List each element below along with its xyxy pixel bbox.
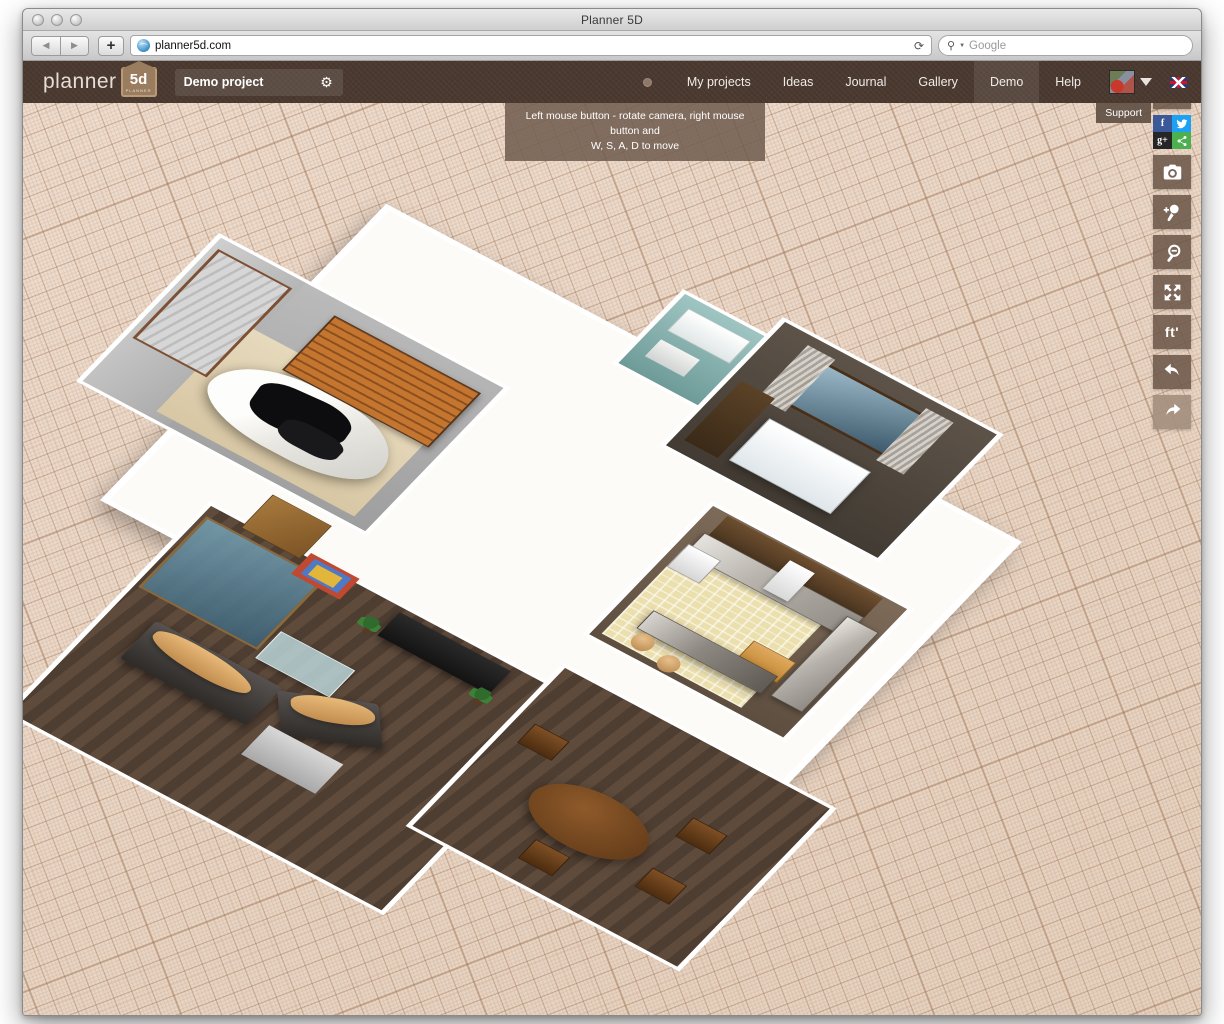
- googleplus-icon[interactable]: g+: [1153, 132, 1172, 149]
- undo-arrow-icon: [1162, 362, 1183, 383]
- search-input[interactable]: ⚲ ▼ Google: [938, 35, 1193, 56]
- bathroom-vanity[interactable]: [645, 340, 700, 377]
- search-icon: ⚲: [947, 39, 955, 52]
- planner5d-logo[interactable]: planner 5d PLANNER: [43, 67, 157, 97]
- web-page: planner 5d PLANNER Demo project ⚙ My pro…: [23, 61, 1201, 1015]
- project-name-label: Demo project: [184, 75, 264, 89]
- gear-icon[interactable]: ⚙: [320, 75, 334, 89]
- logo-house-badge-icon: 5d PLANNER: [121, 67, 157, 97]
- search-placeholder: Google: [969, 40, 1006, 52]
- window-title: Planner 5D: [23, 13, 1201, 27]
- camera-icon: [1162, 162, 1183, 183]
- support-button[interactable]: Support: [1096, 103, 1151, 123]
- forward-button[interactable]: ▶: [60, 36, 89, 56]
- add-person-button[interactable]: [1153, 195, 1191, 229]
- address-bar[interactable]: planner5d.com ⟳: [130, 35, 932, 56]
- logo-badge-subtext: PLANNER: [126, 88, 152, 93]
- viewport-toolbar: 2D f g+: [1153, 75, 1191, 429]
- nav-buttons: ◀ ▶: [31, 36, 89, 56]
- dining-chair[interactable]: [634, 868, 687, 905]
- twitter-icon[interactable]: [1172, 115, 1191, 132]
- nav-item-my-projects[interactable]: My projects: [671, 61, 767, 103]
- site-globe-icon: [137, 39, 150, 52]
- main-nav: My projects Ideas Journal Gallery Demo H…: [637, 61, 1201, 103]
- uk-flag-icon[interactable]: [1170, 77, 1187, 88]
- reload-icon[interactable]: ⟳: [911, 38, 927, 54]
- person-add-icon: [1162, 202, 1183, 223]
- new-tab-button[interactable]: +: [98, 36, 124, 56]
- url-text: planner5d.com: [155, 40, 231, 52]
- dining-chair[interactable]: [518, 839, 571, 876]
- redo-button[interactable]: [1153, 395, 1191, 429]
- notifications-dot-icon[interactable]: [637, 61, 659, 103]
- nav-item-journal[interactable]: Journal: [829, 61, 902, 103]
- project-name-field[interactable]: Demo project ⚙: [175, 69, 343, 96]
- account-menu[interactable]: [1097, 70, 1158, 94]
- undo-button[interactable]: [1153, 355, 1191, 389]
- dining-chair[interactable]: [675, 817, 728, 854]
- search-engine-caret-icon[interactable]: ▼: [959, 43, 965, 49]
- browser-window: Planner 5D ◀ ▶ + planner5d.com ⟳ ⚲ ▼ Goo…: [22, 8, 1202, 1016]
- floorplan-3d-viewport[interactable]: [23, 103, 1201, 1015]
- logo-badge-text: 5d: [130, 72, 148, 87]
- camera-controls-tooltip: Left mouse button - rotate camera, right…: [505, 103, 765, 161]
- fullscreen-button[interactable]: [1153, 275, 1191, 309]
- tooltip-line-1: Left mouse button - rotate camera, right…: [513, 109, 757, 139]
- expand-arrows-icon: [1162, 282, 1183, 303]
- nav-item-demo[interactable]: Demo: [974, 61, 1039, 103]
- nav-item-help[interactable]: Help: [1039, 61, 1097, 103]
- back-button[interactable]: ◀: [31, 36, 60, 56]
- facebook-icon[interactable]: f: [1153, 115, 1172, 132]
- nav-item-ideas[interactable]: Ideas: [767, 61, 830, 103]
- chevron-down-icon[interactable]: [1140, 78, 1152, 86]
- screenshot-button[interactable]: [1153, 155, 1191, 189]
- avatar[interactable]: [1109, 70, 1135, 94]
- logo-wordmark: planner: [43, 70, 117, 94]
- units-label: ft': [1165, 324, 1179, 340]
- house-model: [23, 103, 1201, 1015]
- share-icon[interactable]: [1172, 132, 1191, 149]
- dining-chair[interactable]: [517, 724, 570, 761]
- window-titlebar: Planner 5D: [23, 9, 1201, 31]
- nav-item-gallery[interactable]: Gallery: [902, 61, 974, 103]
- tooltip-line-2: W, S, A, D to move: [513, 139, 757, 154]
- zoom-out-button[interactable]: [1153, 235, 1191, 269]
- zoom-out-icon: [1162, 242, 1183, 263]
- redo-arrow-icon: [1162, 402, 1183, 423]
- app-header: planner 5d PLANNER Demo project ⚙ My pro…: [23, 61, 1201, 103]
- social-share-buttons[interactable]: f g+: [1153, 115, 1191, 149]
- units-button[interactable]: ft': [1153, 315, 1191, 349]
- browser-toolbar: ◀ ▶ + planner5d.com ⟳ ⚲ ▼ Google: [23, 31, 1201, 61]
